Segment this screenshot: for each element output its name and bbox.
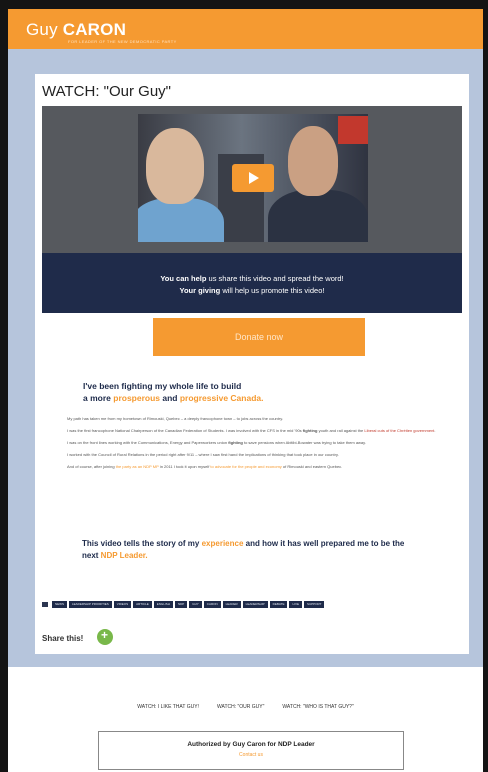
donate-button[interactable]: Donate now (153, 318, 365, 356)
site-logo[interactable]: Guy CARON (26, 20, 126, 40)
thumbnail-person-right (268, 190, 368, 242)
authorization-title: Authorized by Guy Caron for NDP Leader (187, 741, 315, 748)
thumbnail-person-left (138, 198, 224, 242)
site-footer: WATCH: I LIKE THAT GUY! WATCH: "OUR GUY"… (8, 667, 483, 772)
tag-bar: NEWS LEADERSHIP PRIORITIES VIDEOS ARTICL… (42, 601, 462, 609)
share-banner-line-1-strong: You can help (160, 274, 207, 283)
logo-first-name: Guy (26, 20, 58, 39)
headline-line-2: a more prosperous and progressive Canada… (83, 392, 343, 404)
share-banner: You can help us share this video and spr… (42, 253, 462, 313)
tag-item[interactable]: LEADER (222, 601, 241, 608)
tag-item[interactable]: ARTICLE (133, 601, 152, 608)
page-frame: Guy CARON FOR LEADER OF THE NEW DEMOCRAT… (8, 9, 483, 772)
headline-line-2-pre: a more (83, 393, 114, 403)
share-banner-line-2-rest: will help us promote this video! (220, 286, 325, 295)
tag-item[interactable]: LEADERSHIP (242, 601, 268, 608)
closing-experience: experience (201, 539, 244, 548)
p3-pre: I was on the front lines working with th… (67, 440, 229, 445)
video-thumbnail[interactable] (138, 114, 368, 242)
share-plus-icon[interactable] (97, 628, 113, 645)
body-paragraph-4: I worked with the Council of Rural Relat… (67, 452, 339, 457)
headline-line-1: I've been fighting my whole life to buil… (83, 381, 242, 391)
p2-link[interactable]: Liberal cuts of the Chrétien government (364, 428, 434, 433)
tag-item[interactable]: CARON (203, 601, 221, 608)
share-banner-line-1: You can help us share this video and spr… (42, 273, 462, 285)
site-tagline: FOR LEADER OF THE NEW DEMOCRATIC PARTY (68, 39, 177, 44)
site-header: Guy CARON FOR LEADER OF THE NEW DEMOCRAT… (8, 9, 483, 49)
p3-end: to save pensions when Abitibi-Bowater wa… (242, 440, 366, 445)
p5-mid: in 2011 I took it upon myself (158, 464, 211, 469)
share-banner-line-2: Your giving will help us promote this vi… (42, 285, 462, 297)
p2-end: . (434, 428, 436, 433)
closing-pre: This video tells the story of my (82, 539, 202, 548)
closing-statement: This video tells the story of my experie… (82, 538, 422, 562)
tag-item[interactable]: ENGLISH (153, 601, 173, 608)
body-paragraph-1: My path has taken me from my hometown of… (67, 416, 284, 421)
p5-end: of Rimouski and eastern Quebec. (281, 464, 343, 469)
headline-word-prosperous: prosperous (113, 393, 161, 403)
share-banner-line-1-rest: us share this video and spread the word! (206, 274, 344, 283)
p5-link-1[interactable]: the party as an NDP MP (116, 464, 159, 469)
contact-link[interactable]: Contact us (99, 752, 403, 758)
headline-line-2-mid: and (160, 393, 180, 403)
headline-word-progressive: progressive Canada. (179, 393, 264, 403)
footer-link-who-is-that-guy[interactable]: WATCH: "WHO IS THAT GUY?" (282, 704, 353, 710)
p5-link-2[interactable]: to advocate for the people and economy (210, 464, 281, 469)
logo-last-name: CARON (62, 20, 127, 39)
p5-pre: And of course, after joining (67, 464, 116, 469)
tag-item[interactable]: NEWS (52, 601, 67, 608)
content-card: WATCH: "Our Guy" You can help us share t… (35, 74, 469, 654)
thumbnail-face-right (288, 126, 338, 196)
thumbnail-face-left (146, 128, 204, 204)
tag-item[interactable]: LIVE (289, 601, 302, 608)
closing-ndp-leader: NDP Leader. (100, 551, 148, 560)
tag-icon (42, 602, 48, 607)
tag-item[interactable]: NDP (174, 601, 188, 608)
share-label: Share this! (42, 634, 84, 643)
body-paragraph-3: I was on the front lines working with th… (67, 440, 437, 446)
play-icon[interactable] (232, 164, 274, 192)
tag-item[interactable]: VIDEOS (113, 601, 132, 608)
tag-item[interactable]: SUPPORT (303, 601, 325, 608)
p2-pre: I was the first francophone National Cha… (67, 428, 303, 433)
authorization-box: Authorized by Guy Caron for NDP Leader C… (98, 731, 404, 770)
p2-mid: youth and rail against the (317, 428, 365, 433)
body-text: My path has taken me from my hometown of… (67, 416, 437, 476)
body-paragraph-2: I was the first francophone National Cha… (67, 428, 437, 434)
thumbnail-sign (338, 116, 368, 144)
p3-bold: fighting (228, 440, 243, 445)
tag-item[interactable]: GUY (189, 601, 202, 608)
headline: I've been fighting my whole life to buil… (83, 380, 343, 404)
footer-link-like-that-guy[interactable]: WATCH: I LIKE THAT GUY! (137, 704, 199, 710)
footer-link-our-guy[interactable]: WATCH: "OUR GUY" (217, 704, 264, 710)
body-paragraph-5: And of course, after joining the party a… (67, 464, 437, 470)
tag-list: NEWS LEADERSHIP PRIORITIES VIDEOS ARTICL… (52, 601, 325, 608)
footer-nav: WATCH: I LIKE THAT GUY! WATCH: "OUR GUY"… (8, 704, 483, 710)
tag-item[interactable]: DEBATE (269, 601, 288, 608)
p2-bold: fighting (302, 428, 318, 433)
page-title: WATCH: "Our Guy" (42, 83, 171, 100)
share-banner-line-2-strong: Your giving (179, 286, 221, 295)
tag-item[interactable]: LEADERSHIP PRIORITIES (69, 601, 112, 608)
video-player[interactable] (42, 106, 462, 253)
